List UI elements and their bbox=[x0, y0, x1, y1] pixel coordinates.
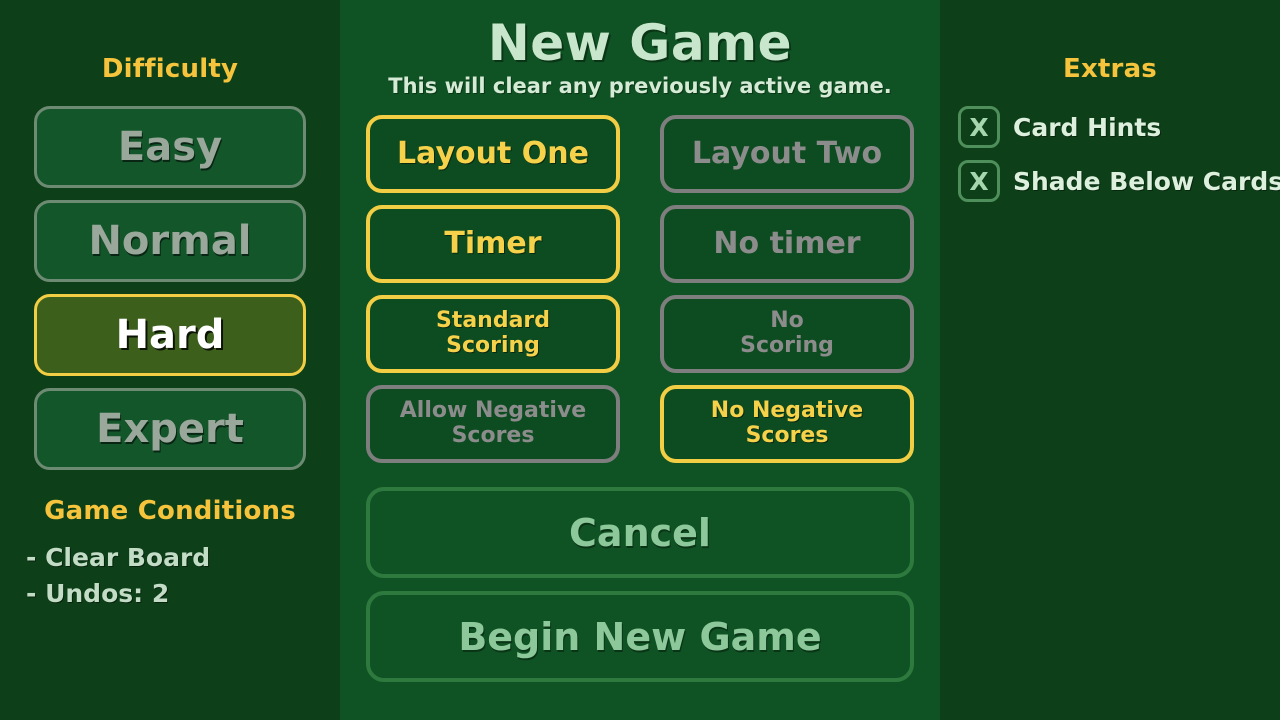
option-label-line1: No timer bbox=[713, 226, 861, 261]
option-label-line2: Scoring bbox=[740, 333, 834, 358]
extras-panel: Extras X Card Hints X Shade Below Cards bbox=[940, 0, 1280, 720]
extras-heading: Extras bbox=[1062, 54, 1157, 84]
option-label-line2: Scores bbox=[451, 423, 535, 448]
option-layout-one[interactable]: Layout One bbox=[366, 115, 620, 193]
checkbox-checked-icon[interactable]: X bbox=[958, 160, 1000, 202]
game-conditions-heading: Game Conditions bbox=[44, 496, 296, 526]
option-no-negative-scores[interactable]: No Negative Scores bbox=[660, 385, 914, 463]
option-standard-scoring[interactable]: Standard Scoring bbox=[366, 295, 620, 373]
extras-options-list: X Card Hints X Shade Below Cards bbox=[940, 106, 1280, 202]
extras-item-label: Card Hints bbox=[1013, 112, 1162, 142]
option-label-line2: Scoring bbox=[446, 333, 540, 358]
checkbox-mark: X bbox=[969, 112, 989, 142]
checkbox-checked-icon[interactable]: X bbox=[958, 106, 1000, 148]
difficulty-option-expert[interactable]: Expert bbox=[34, 388, 306, 470]
game-condition-item: - Clear Board bbox=[26, 543, 211, 572]
option-label-line1: No bbox=[770, 308, 804, 334]
page-title: New Game bbox=[487, 14, 793, 72]
option-label-line1: Timer bbox=[444, 226, 542, 261]
new-game-main-panel: New Game This will clear any previously … bbox=[340, 0, 940, 720]
option-label-line1: Layout One bbox=[397, 136, 589, 171]
option-label-line1: No Negative bbox=[710, 398, 864, 424]
begin-new-game-button[interactable]: Begin New Game bbox=[366, 591, 914, 682]
difficulty-option-hard[interactable]: Hard bbox=[34, 294, 306, 376]
difficulty-option-label: Expert bbox=[96, 406, 244, 452]
difficulty-panel: Difficulty Easy Normal Hard Expert Game … bbox=[0, 0, 340, 720]
option-label-line1: Standard bbox=[435, 308, 551, 334]
game-condition-item: - Undos: 2 bbox=[26, 578, 170, 608]
difficulty-option-normal[interactable]: Normal bbox=[34, 200, 306, 282]
option-no-timer[interactable]: No timer bbox=[660, 205, 914, 283]
difficulty-option-easy[interactable]: Easy bbox=[34, 106, 306, 188]
option-label-line2: Scores bbox=[745, 423, 829, 448]
action-buttons: Cancel Begin New Game bbox=[366, 487, 914, 682]
new-game-screen: Difficulty Easy Normal Hard Expert Game … bbox=[0, 0, 1280, 720]
option-layout-two[interactable]: Layout Two bbox=[660, 115, 914, 193]
option-timer[interactable]: Timer bbox=[366, 205, 620, 283]
difficulty-option-label: Easy bbox=[117, 124, 223, 170]
checkbox-mark: X bbox=[969, 166, 989, 196]
begin-new-game-button-label: Begin New Game bbox=[458, 614, 822, 659]
option-no-scoring[interactable]: No Scoring bbox=[660, 295, 914, 373]
game-conditions-list: - Clear Board - Undos: 2 bbox=[0, 540, 340, 611]
difficulty-option-label: Hard bbox=[115, 312, 225, 358]
page-subtitle: This will clear any previously active ga… bbox=[388, 74, 892, 98]
extras-item-card-hints[interactable]: X Card Hints bbox=[958, 106, 1280, 148]
cancel-button-label: Cancel bbox=[569, 510, 711, 555]
option-label-line1: Allow Negative bbox=[399, 398, 587, 424]
difficulty-option-label: Normal bbox=[88, 218, 252, 264]
cancel-button[interactable]: Cancel bbox=[366, 487, 914, 578]
option-label-line1: Layout Two bbox=[691, 136, 883, 171]
extras-item-label: Shade Below Cards bbox=[1013, 166, 1280, 196]
difficulty-options-list: Easy Normal Hard Expert bbox=[0, 106, 340, 470]
extras-item-shade-below-cards[interactable]: X Shade Below Cards bbox=[958, 160, 1280, 202]
game-options-grid: Layout One Layout Two Timer No timer Sta… bbox=[366, 115, 914, 463]
option-allow-negative-scores[interactable]: Allow Negative Scores bbox=[366, 385, 620, 463]
difficulty-heading: Difficulty bbox=[101, 54, 239, 84]
